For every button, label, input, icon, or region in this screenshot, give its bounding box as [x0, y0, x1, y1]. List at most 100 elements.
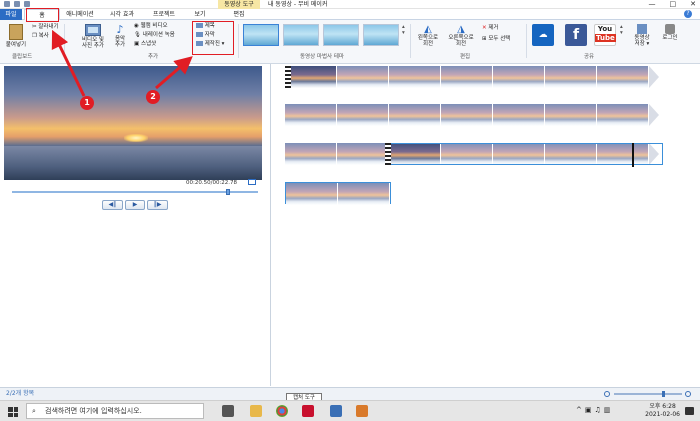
previous-frame-button[interactable]: ◀‖ — [102, 200, 123, 210]
youtube-icon[interactable]: You Tube — [594, 24, 616, 46]
rotate-left-label2: 회전 — [422, 41, 434, 47]
add-videos-photos-button[interactable]: 비디오 및 사진 추가 — [78, 24, 108, 49]
music-note-icon: ♪ — [116, 23, 124, 36]
storyboard-row[interactable] — [285, 182, 391, 205]
cut-button[interactable]: ✂ 잘라내기 — [32, 24, 59, 30]
undo-icon[interactable] — [14, 1, 20, 7]
sign-in-button[interactable]: 로그인 — [658, 24, 682, 41]
tab-file[interactable]: 파일 — [0, 9, 22, 20]
tab-animation[interactable]: 애니메이션 — [62, 9, 98, 20]
fullscreen-icon[interactable] — [248, 179, 256, 185]
next-frame-button[interactable]: ‖▶ — [147, 200, 169, 210]
theme-thumbnail[interactable] — [363, 24, 399, 46]
select-all-icon: ⊞ — [482, 36, 487, 42]
clip-frame — [493, 66, 545, 88]
movie-maker-icon[interactable] — [356, 405, 368, 417]
redo-icon[interactable] — [24, 1, 30, 7]
copy-button[interactable]: ❐ 복사 — [32, 33, 49, 39]
remove-button[interactable]: ✕ 제거 — [482, 25, 498, 31]
photos-icon[interactable] — [330, 405, 342, 417]
pane-splitter[interactable] — [270, 64, 271, 386]
rotate-left-icon: ◭ — [424, 24, 432, 35]
tab-view[interactable]: 보기 — [186, 9, 214, 20]
clip-frame — [285, 66, 337, 88]
seek-handle[interactable] — [226, 189, 230, 195]
play-button[interactable]: ▶ — [124, 200, 146, 210]
task-view-icon[interactable] — [222, 405, 234, 417]
tab-edit[interactable]: 편집 — [224, 9, 254, 20]
theme-thumbnail[interactable] — [323, 24, 359, 46]
seek-bar[interactable] — [12, 191, 258, 193]
storyboard-row[interactable] — [285, 66, 659, 88]
record-narration-button[interactable]: 🎙 내레이션 녹음 — [134, 32, 175, 38]
tab-project[interactable]: 프로젝트 — [146, 9, 182, 20]
theme-thumbnail[interactable] — [283, 24, 319, 46]
ribbon: 붙여넣기 ✂ 잘라내기 ❐ 복사 클립보드 비디오 및 사진 추가 ♪ 음악 추… — [0, 20, 700, 64]
selected-clip-outline[interactable] — [389, 143, 663, 165]
webcam-video-button[interactable]: ◉ 웹캠 비디오 — [134, 23, 168, 29]
help-icon[interactable]: ? — [684, 10, 692, 18]
clip-frame — [597, 104, 649, 126]
taskbar-search[interactable]: ⌕ 검색하려면 여기에 입력하십시오. — [26, 403, 204, 419]
webcam-icon: ◉ — [134, 23, 139, 29]
zoom-slider[interactable] — [604, 391, 692, 397]
snapshot-button[interactable]: ▣ 스냅샷 — [134, 41, 156, 47]
clip-frame — [493, 104, 545, 126]
clip-frame — [597, 66, 649, 88]
annotation-badge-2: 2 — [146, 90, 160, 104]
sea-area — [4, 146, 262, 180]
rotate-right-button[interactable]: ◮ 오른쪽으로 회전 — [444, 24, 478, 47]
clip-frame — [337, 104, 389, 126]
clock[interactable]: 오후 6:28 2021-02-06 — [645, 403, 680, 419]
save-icon[interactable] — [4, 1, 10, 7]
narration-label: 내레이션 녹음 — [142, 32, 175, 38]
playback-controls: ◀‖ ▶ ‖▶ — [102, 200, 169, 210]
film-photo-icon — [85, 24, 101, 36]
youtube-bottom-label: Tube — [595, 34, 616, 42]
quick-access-toolbar[interactable] — [4, 1, 30, 7]
onedrive-cloud-icon: ☁ — [538, 30, 548, 40]
video-preview[interactable] — [4, 66, 262, 180]
tab-visual-effects[interactable]: 시각 효과 — [104, 9, 140, 20]
scissors-icon: ✂ — [32, 24, 37, 30]
snipping-tool-icon[interactable] — [302, 405, 314, 417]
clipboard-icon — [9, 24, 23, 40]
maximize-button[interactable]: □ — [670, 0, 677, 9]
copy-icon: ❐ — [32, 33, 37, 39]
clipboard-group-label: 클립보드 — [12, 54, 33, 60]
clip-frame — [389, 104, 441, 126]
share-group-label: 공유 — [584, 54, 595, 60]
facebook-icon[interactable]: f — [565, 24, 587, 46]
notification-icon[interactable] — [685, 407, 694, 415]
zoom-in-icon — [685, 391, 691, 397]
tray-icons[interactable]: ^▣♫▥ — [576, 406, 613, 414]
rotate-left-button[interactable]: ◭ 왼쪽으로 회전 — [414, 24, 442, 47]
search-placeholder: 검색하려면 여기에 입력하십시오. — [45, 407, 142, 415]
chrome-icon[interactable] — [276, 405, 288, 417]
remove-x-icon: ✕ — [482, 25, 487, 31]
clip-frame — [285, 104, 337, 126]
facebook-label: f — [572, 27, 580, 43]
theme-gallery-scroll[interactable]: ▴ ▾ — [402, 24, 405, 36]
save-movie-button[interactable]: 동영상 저장 ▾ — [630, 24, 654, 47]
paste-button[interactable]: 붙여넣기 — [4, 24, 28, 48]
close-button[interactable]: ✕ — [690, 0, 696, 9]
clock-time: 오후 6:28 — [649, 403, 676, 410]
onedrive-icon[interactable]: ☁ — [532, 24, 554, 46]
minimize-button[interactable]: — — [649, 0, 656, 9]
add-music-label2: 추가 — [114, 42, 126, 48]
file-explorer-icon[interactable] — [250, 405, 262, 417]
rotate-right-icon: ◮ — [457, 24, 465, 35]
select-all-button[interactable]: ⊞ 모두 선택 — [482, 36, 510, 42]
sunset-image — [4, 66, 262, 180]
playhead[interactable] — [632, 143, 634, 167]
storyboard-row[interactable] — [285, 104, 659, 126]
save-movie-label2: 저장 — [634, 41, 645, 47]
theme-thumbnail[interactable] — [243, 24, 279, 46]
themes-group-label: 동영상 마법사 테마 — [300, 54, 344, 60]
separator — [238, 24, 239, 58]
add-music-button[interactable]: ♪ 음악 추가 — [110, 23, 130, 49]
timecode: 00:20.50/00:22.78 — [186, 180, 238, 186]
windows-start-icon[interactable] — [8, 407, 18, 417]
share-gallery-scroll[interactable]: ▴ ▾ — [620, 24, 623, 36]
